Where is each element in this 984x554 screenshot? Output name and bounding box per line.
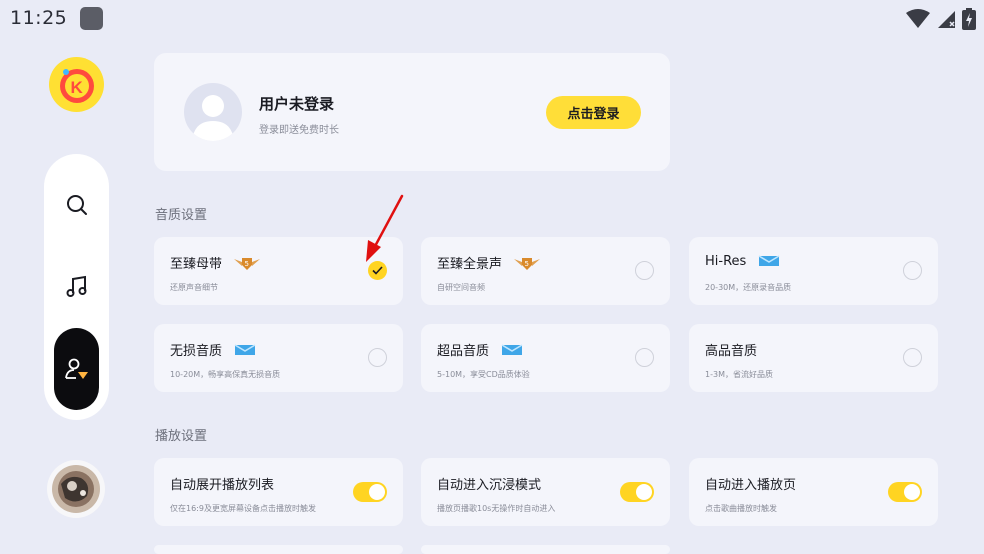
option-desc: 1-3M，省流好品质 bbox=[705, 370, 773, 379]
user-avatar[interactable] bbox=[184, 83, 242, 141]
option-title: 自动展开播放列表 bbox=[170, 478, 275, 493]
status-time: 11:25 bbox=[10, 7, 68, 29]
user-settings-icon bbox=[64, 358, 88, 379]
playback-option-immersive: 自动进入沉浸模式 播放页播歌10s无操作时自动进入 bbox=[421, 458, 670, 526]
option-desc: 20-30M，还原录音品质 bbox=[705, 283, 792, 292]
option-title: 无损音质 bbox=[170, 344, 223, 359]
option-title: 超品音质 bbox=[437, 344, 490, 359]
quality-option-hires[interactable]: Hi-Res 20-30M，还原录音品质 bbox=[689, 237, 938, 305]
svg-text:5: 5 bbox=[245, 260, 249, 268]
toggle-switch-on[interactable] bbox=[888, 482, 922, 502]
vip-badge-icon bbox=[758, 255, 780, 266]
playback-section-title: 播放设置 bbox=[155, 429, 208, 444]
playback-option-partial bbox=[154, 545, 403, 554]
quality-option-super[interactable]: 超品音质 5-10M，享受CD品质体验 bbox=[421, 324, 670, 392]
app-logo[interactable]: K bbox=[49, 57, 104, 112]
app-notification-icon bbox=[80, 7, 103, 30]
side-nav bbox=[44, 154, 109, 420]
search-icon bbox=[66, 194, 87, 215]
option-title: 自动进入播放页 bbox=[705, 478, 797, 493]
option-desc: 10-20M，畅享高保真无损音质 bbox=[170, 370, 281, 379]
toggle-switch-on[interactable] bbox=[620, 482, 654, 502]
quality-option-spatial[interactable]: 至臻全景声 5 自研空间音频 bbox=[421, 237, 670, 305]
option-title: 高品音质 bbox=[705, 344, 758, 359]
option-desc: 还原声音细节 bbox=[170, 283, 218, 292]
radio-unselected[interactable] bbox=[903, 261, 922, 280]
check-icon bbox=[372, 266, 383, 275]
option-desc: 点击歌曲播放时触发 bbox=[705, 504, 777, 513]
nav-search[interactable] bbox=[54, 182, 99, 227]
login-hint: 登录即送免费时长 bbox=[259, 125, 339, 136]
option-desc: 仅在16:9及更宽屏幕设备点击播放时触发 bbox=[170, 504, 316, 513]
wifi-icon bbox=[906, 9, 930, 28]
vip-badge-icon bbox=[234, 343, 256, 355]
now-playing-disc[interactable] bbox=[47, 460, 105, 518]
radio-unselected[interactable] bbox=[903, 348, 922, 367]
login-card: 用户未登录 登录即送免费时长 点击登录 bbox=[154, 53, 670, 171]
svg-text:K: K bbox=[71, 78, 84, 97]
quality-option-lossless[interactable]: 无损音质 10-20M，畅享高保真无损音质 bbox=[154, 324, 403, 392]
battery-icon bbox=[962, 8, 976, 30]
default-avatar-icon bbox=[192, 95, 234, 141]
vip-badge-icon bbox=[501, 343, 523, 355]
user-name: 用户未登录 bbox=[259, 95, 335, 113]
quality-option-high[interactable]: 高品音质 1-3M，省流好品质 bbox=[689, 324, 938, 392]
option-title: 至臻全景声 bbox=[437, 257, 503, 272]
radio-selected[interactable] bbox=[368, 261, 387, 280]
radio-unselected[interactable] bbox=[368, 348, 387, 367]
svip-badge-icon: 5 bbox=[514, 257, 541, 270]
signal-icon bbox=[938, 11, 955, 28]
playback-option-expand-list: 自动展开播放列表 仅在16:9及更宽屏幕设备点击播放时触发 bbox=[154, 458, 403, 526]
svip-badge-icon: 5 bbox=[234, 257, 261, 270]
nav-music[interactable] bbox=[54, 264, 99, 309]
quality-option-master[interactable]: 至臻母带 5 还原声音细节 bbox=[154, 237, 403, 305]
option-desc: 5-10M，享受CD品质体验 bbox=[437, 370, 530, 379]
nav-profile[interactable] bbox=[54, 328, 99, 410]
radio-unselected[interactable] bbox=[635, 261, 654, 280]
option-desc: 播放页播歌10s无操作时自动进入 bbox=[437, 504, 556, 513]
album-cover-icon bbox=[52, 465, 100, 513]
option-title: 至臻母带 bbox=[170, 257, 223, 272]
option-title: Hi-Res bbox=[705, 253, 747, 269]
status-bar: 11:25 bbox=[0, 0, 984, 36]
login-button[interactable]: 点击登录 bbox=[546, 96, 641, 129]
status-icons bbox=[906, 8, 976, 30]
toggle-switch-on[interactable] bbox=[353, 482, 387, 502]
option-title: 自动进入沉浸模式 bbox=[437, 478, 542, 493]
playback-option-partial bbox=[421, 545, 670, 554]
kugou-logo-icon: K bbox=[60, 69, 94, 103]
option-desc: 自研空间音频 bbox=[437, 283, 485, 292]
radio-unselected[interactable] bbox=[635, 348, 654, 367]
music-note-icon bbox=[66, 275, 86, 297]
quality-section-title: 音质设置 bbox=[155, 208, 208, 223]
playback-option-player-page: 自动进入播放页 点击歌曲播放时触发 bbox=[689, 458, 938, 526]
svg-text:5: 5 bbox=[525, 260, 529, 268]
